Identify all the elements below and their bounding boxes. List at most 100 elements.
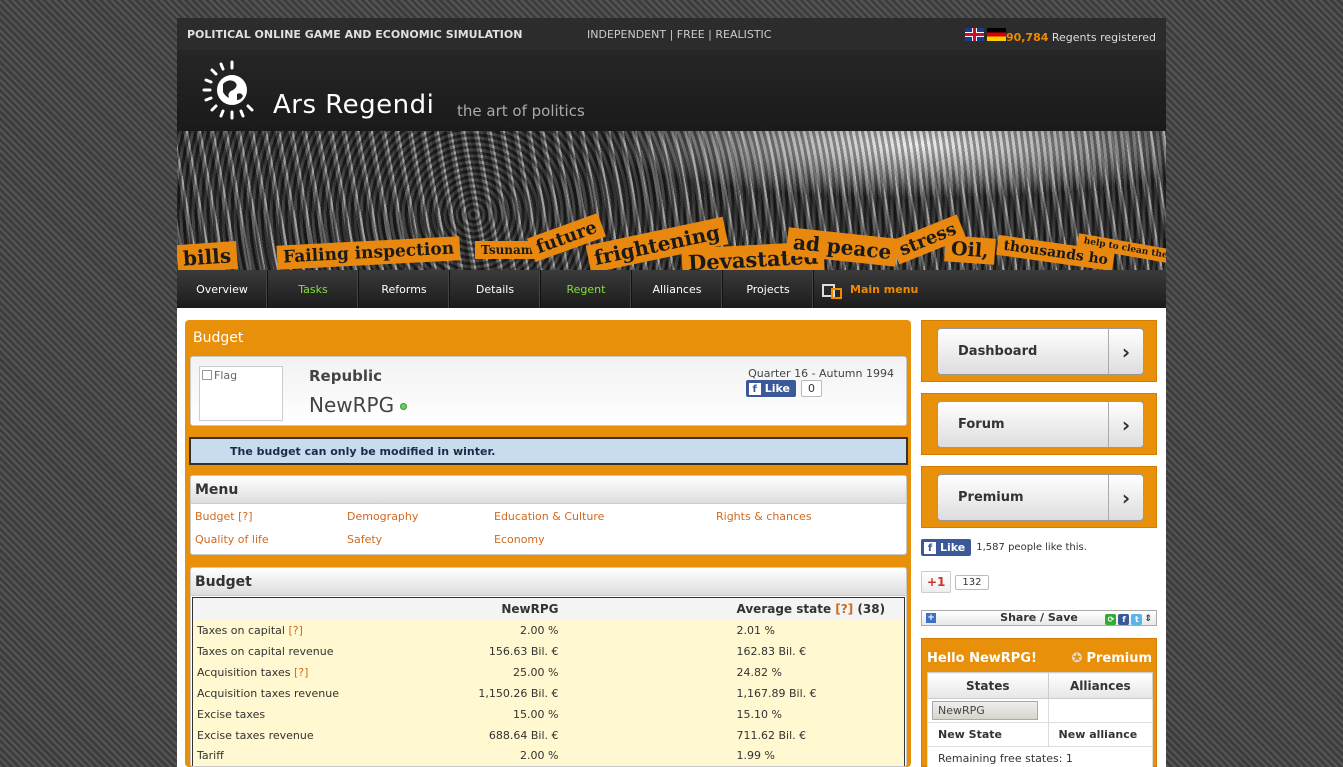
share-save-button[interactable]: + Share / Save ⟳ f t ⇕ [921, 610, 1157, 626]
state-entry[interactable]: NewRPG [932, 701, 1038, 720]
share-label: Share / Save [1000, 611, 1078, 624]
menu-link-quality-of-life[interactable]: Quality of life [195, 533, 269, 546]
row-state-value: 15.00 % [462, 703, 563, 725]
state-entry-cell: NewRPG [927, 698, 1049, 723]
menu-link-rights-chances[interactable]: Rights & chances [716, 510, 812, 523]
like-count: 0 [801, 380, 822, 397]
row-state-value: 1,150.26 Bil. € [462, 682, 563, 704]
help-link[interactable]: [?] [288, 624, 302, 637]
state-card: Flag Republic NewRPG Quarter 16 - Autumn… [190, 356, 907, 426]
nav-details[interactable]: Details [450, 270, 541, 308]
row-average-value: 2.01 % [732, 619, 905, 641]
row-spacer [562, 724, 733, 746]
row-average-value: 1,167.89 Bil. € [732, 682, 905, 704]
row-spacer [562, 745, 733, 766]
row-label: Excise taxes [192, 703, 463, 725]
page-title: Budget [193, 330, 244, 346]
nav-tasks[interactable]: Tasks [268, 270, 359, 308]
google-plus-button[interactable]: +1 [921, 571, 952, 593]
plus-icon: + [926, 613, 936, 623]
nav-reforms[interactable]: Reforms [359, 270, 450, 308]
row-label: Acquisition taxes [?] [192, 661, 463, 683]
globe-logo-icon[interactable] [201, 58, 263, 120]
facebook-icon: f [1118, 613, 1130, 625]
nav-projects[interactable]: Projects [723, 270, 814, 308]
dashboard-button[interactable]: Dashboard › [937, 328, 1144, 375]
row-average-value: 711.62 Bil. € [732, 724, 905, 746]
site-tagline: POLITICAL ONLINE GAME AND ECONOMIC SIMUL… [187, 28, 523, 41]
help-link[interactable]: [?] [835, 602, 853, 616]
budget-table: NewRPG Average state [?] (38) Taxes on c… [192, 597, 905, 766]
english-flag-icon[interactable] [965, 28, 984, 41]
menu-link-education-culture[interactable]: Education & Culture [494, 510, 604, 523]
tab-states[interactable]: States [927, 672, 1049, 699]
nav-alliances[interactable]: Alliances [632, 270, 723, 308]
main-menu-button[interactable]: Main menu [814, 270, 918, 308]
regents-label: Regents registered [1051, 31, 1156, 44]
menu-link-economy[interactable]: Economy [494, 533, 545, 546]
row-label: Taxes on capital [?] [192, 619, 463, 641]
state-flag: Flag [199, 366, 283, 421]
user-panel: Hello NewRPG! ✪ Premium States Alliances … [921, 638, 1157, 767]
facebook-like-button[interactable]: f Like [921, 539, 972, 556]
budget-title: Budget [191, 568, 906, 596]
quarter-date: Quarter 16 - Autumn 1994 [748, 367, 894, 380]
menu-links: Budget [?] Demography Education & Cultur… [191, 504, 906, 554]
nav-regent[interactable]: Regent [541, 270, 632, 308]
premium-button[interactable]: Premium › [937, 474, 1144, 521]
row-state-value: 2.00 % [462, 745, 563, 766]
new-state-link[interactable]: New State [927, 722, 1049, 747]
premium-label: Premium [958, 490, 1024, 505]
row-label: Acquisition taxes revenue [192, 682, 463, 704]
row-state-value: 156.63 Bil. € [462, 640, 563, 662]
header-banner: bills Failing inspection Tsunami future … [177, 131, 1166, 270]
slogan-free: FREE [676, 28, 705, 41]
forum-panel: Forum › [921, 393, 1157, 455]
regents-count: 90,784 [1005, 31, 1049, 44]
state-name[interactable]: NewRPG [309, 393, 394, 417]
facebook-like-button[interactable]: f Like [745, 380, 796, 397]
nav-overview[interactable]: Overview [177, 270, 268, 308]
chevron-right-icon: › [1108, 329, 1143, 374]
top-bar: POLITICAL ONLINE GAME AND ECONOMIC SIMUL… [177, 18, 1166, 50]
header-spacer [562, 597, 733, 620]
brand-name[interactable]: Ars Regendi [273, 90, 434, 120]
slogan-independent: INDEPENDENT [587, 28, 667, 41]
tab-alliances[interactable]: Alliances [1047, 672, 1154, 699]
share-icon: ⟳ [1105, 613, 1117, 625]
row-spacer [562, 661, 733, 683]
broken-image-icon [202, 370, 212, 380]
row-label: Excise taxes revenue [192, 724, 463, 746]
states-alliances-table: States Alliances NewRPG New State New al… [927, 672, 1154, 767]
forum-label: Forum [958, 417, 1005, 432]
regents-counter: 90,784 Regents registered [1006, 31, 1156, 44]
site-slogan: INDEPENDENT | FREE | REALISTIC [587, 28, 772, 41]
header-label-column [192, 597, 463, 620]
page: POLITICAL ONLINE GAME AND ECONOMIC SIMUL… [177, 18, 1166, 767]
menu-link-budget[interactable]: Budget [?] [195, 510, 253, 523]
premium-badge-label: Premium [1086, 651, 1152, 666]
table-row: Taxes on capital revenue 156.63 Bil. € 162… [192, 640, 905, 662]
sidebar-facebook-like: f Like 1,587 people like this. [921, 539, 1087, 556]
new-alliance-link[interactable]: New alliance [1047, 722, 1154, 747]
row-spacer [562, 640, 733, 662]
row-label: Tariff [192, 745, 463, 766]
menu-link-demography[interactable]: Demography [347, 510, 418, 523]
table-row: Excise taxes 15.00 % 15.10 % [192, 703, 905, 725]
help-link[interactable]: [?] [294, 666, 308, 679]
menu-link-safety[interactable]: Safety [347, 533, 382, 546]
remaining-states: Remaining free states: 1 [927, 746, 1153, 767]
share-icons: ⟳ f t ⇕ [1105, 612, 1152, 626]
facebook-like-text: 1,587 people like this. [976, 542, 1087, 553]
budget-rows: Taxes on capital [?] 2.00 % 2.01 % Taxes on… [192, 619, 905, 766]
main-navigation: Overview Tasks Reforms Details Regent Al… [177, 270, 1166, 308]
premium-badge[interactable]: ✪ Premium [1072, 651, 1152, 666]
state-type: Republic [309, 367, 383, 385]
chevron-right-icon: › [1108, 475, 1143, 520]
table-row: Acquisition taxes [?] 25.00 % 24.82 % [192, 661, 905, 683]
german-flag-icon[interactable] [987, 28, 1006, 41]
brand-subtitle: the art of politics [457, 102, 585, 120]
state-name-row: NewRPG [309, 393, 408, 417]
forum-button[interactable]: Forum › [937, 401, 1144, 448]
main-menu-label: Main menu [850, 282, 919, 296]
